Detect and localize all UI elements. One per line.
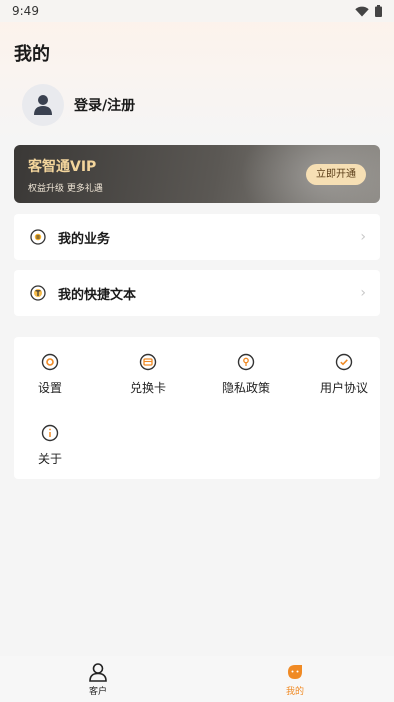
menu-item-my-business[interactable]: 我的业务 › bbox=[14, 214, 380, 260]
grid-item-label: 兑换卡 bbox=[129, 381, 166, 395]
wifi-icon bbox=[355, 6, 369, 16]
privacy-icon bbox=[237, 353, 255, 371]
customer-icon bbox=[89, 663, 107, 682]
page-title: 我的 bbox=[14, 44, 50, 65]
bottom-tab-bar: 客户 我的 bbox=[0, 656, 394, 702]
grid-item-privacy-policy[interactable]: 隐私政策 bbox=[200, 353, 292, 403]
menu-item-label: 我的业务 bbox=[58, 231, 111, 247]
grid-item-redeem-card[interactable]: 兑换卡 bbox=[102, 353, 194, 403]
mine-icon bbox=[288, 665, 302, 679]
vip-title: 客智通VIP bbox=[28, 159, 97, 175]
menu-item-label: 我的快捷文本 bbox=[58, 287, 137, 303]
settings-icon bbox=[41, 353, 59, 371]
status-bar: 9:49 bbox=[0, 0, 394, 22]
tab-customer[interactable]: 客户 bbox=[68, 662, 128, 697]
business-icon bbox=[30, 229, 46, 245]
login-row[interactable]: 登录/注册 bbox=[22, 84, 135, 126]
settings-grid: 设置 兑换卡 隐私政策 用户协议 关于 bbox=[14, 337, 380, 479]
grid-item-settings[interactable]: 设置 bbox=[4, 353, 96, 403]
status-time: 9:49 bbox=[12, 4, 39, 18]
tab-label: 客户 bbox=[88, 687, 107, 697]
chevron-right-icon: › bbox=[360, 285, 366, 301]
status-icons bbox=[355, 5, 382, 17]
grid-item-label: 隐私政策 bbox=[221, 381, 270, 395]
text-icon bbox=[30, 285, 46, 301]
vip-subtitle: 权益升级 更多礼遇 bbox=[28, 184, 103, 194]
grid-item-about[interactable]: 关于 bbox=[4, 424, 96, 474]
chevron-right-icon: › bbox=[360, 229, 366, 245]
vip-card[interactable]: 客智通VIP 权益升级 更多礼遇 立即开通 bbox=[14, 145, 380, 203]
tab-mine[interactable]: 我的 bbox=[265, 662, 325, 697]
battery-icon bbox=[375, 5, 382, 17]
menu-item-quick-text[interactable]: 我的快捷文本 › bbox=[14, 270, 380, 316]
grid-item-label: 设置 bbox=[37, 381, 62, 395]
info-icon bbox=[41, 424, 59, 442]
login-register-link[interactable]: 登录/注册 bbox=[74, 95, 135, 115]
avatar[interactable] bbox=[22, 84, 64, 126]
user-avatar-icon bbox=[34, 95, 52, 115]
grid-item-user-agreement[interactable]: 用户协议 bbox=[298, 353, 390, 403]
grid-item-label: 用户协议 bbox=[319, 381, 368, 395]
card-icon bbox=[139, 353, 157, 371]
agreement-icon bbox=[335, 353, 353, 371]
tab-label: 我的 bbox=[285, 687, 304, 697]
grid-item-label: 关于 bbox=[37, 452, 62, 466]
vip-open-button[interactable]: 立即开通 bbox=[306, 164, 366, 185]
